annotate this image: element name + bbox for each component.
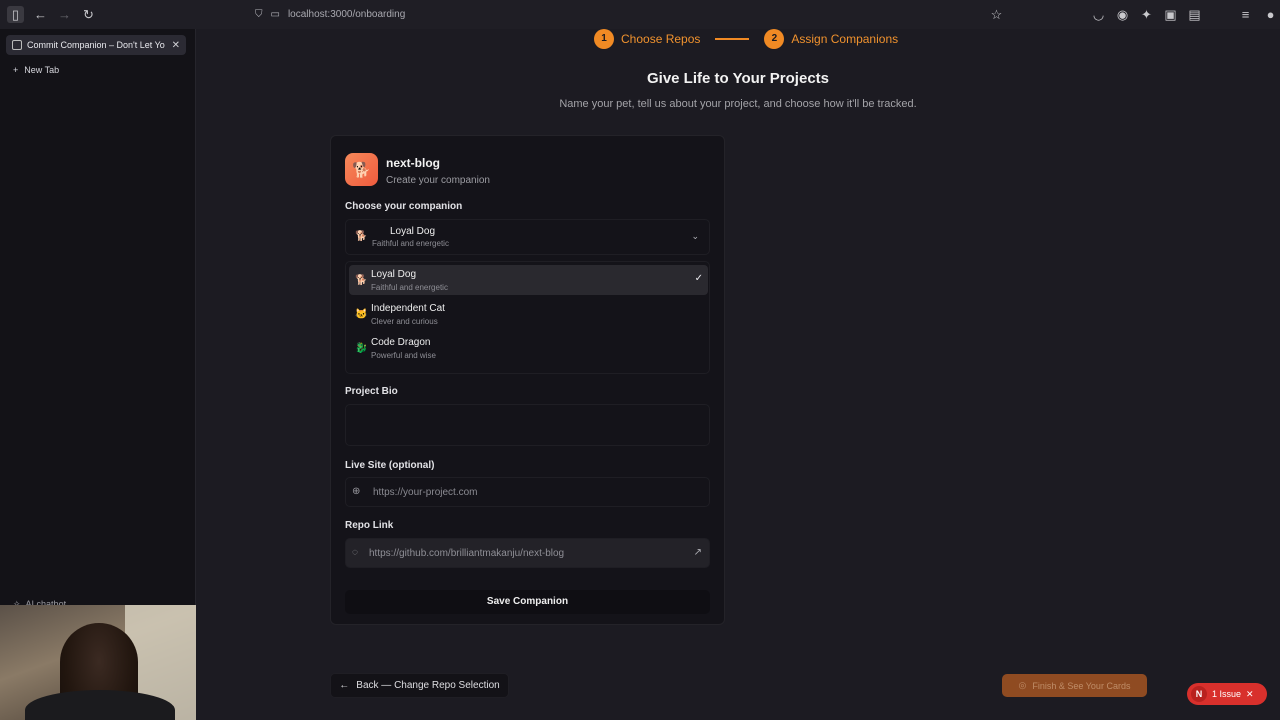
- extensions-icon[interactable]: ✦: [1138, 6, 1155, 23]
- save-companion-button[interactable]: Save Companion: [345, 590, 710, 614]
- arrow-left-icon: ←: [339, 680, 350, 691]
- step-1-badge: 1: [594, 29, 614, 49]
- project-bio-label: Project Bio: [345, 386, 398, 397]
- sidebar-toggle-icon[interactable]: ▯: [7, 6, 24, 23]
- webcam-overlay: [0, 605, 203, 720]
- repo-link-field[interactable]: ◌ https://github.com/brilliantmakanju/ne…: [345, 538, 710, 568]
- repo-link-label: Repo Link: [345, 520, 394, 531]
- sidebar-panel-icon[interactable]: ▤: [1186, 6, 1203, 23]
- pocket-icon[interactable]: ◡: [1090, 6, 1107, 23]
- back-button-label: Back — Change Repo Selection: [356, 680, 500, 691]
- step-2-label: Assign Companions: [791, 32, 899, 46]
- external-link-icon[interactable]: ↗: [694, 547, 702, 558]
- github-icon: ◌: [352, 547, 358, 558]
- tab-title: Commit Companion – Don't Let Yo: [27, 40, 165, 50]
- browser-toolbar: ▯ ← → ↻ ⛉ ▭ localhost:3000/onboarding ☆ …: [0, 0, 1280, 29]
- selected-companion-name: Loyal Dog: [390, 226, 436, 237]
- issues-badge[interactable]: N 1 Issue ✕: [1187, 683, 1267, 705]
- page-subtitle: Name your pet, tell us about your projec…: [559, 98, 917, 110]
- option-loyal-dog[interactable]: 🐕 Loyal Dog Faithful and energetic ✓: [349, 265, 708, 295]
- favicon-icon: [12, 40, 22, 50]
- page-icon: ▭: [270, 9, 280, 20]
- page-title: Give Life to Your Projects: [647, 70, 829, 87]
- container-icon[interactable]: ▣: [1162, 6, 1179, 23]
- step-1-label: Choose Repos: [621, 32, 701, 46]
- back-arrow-icon[interactable]: ←: [32, 6, 49, 23]
- option-desc: Powerful and wise: [371, 351, 436, 360]
- chevron-down-icon: ⌄: [691, 231, 699, 241]
- option-name: Loyal Dog: [371, 269, 417, 280]
- close-icon[interactable]: ✕: [172, 40, 180, 51]
- nextjs-logo-icon: N: [1191, 686, 1207, 702]
- option-code-dragon[interactable]: 🐉 Code Dragon Powerful and wise: [349, 333, 708, 363]
- live-site-label: Live Site (optional): [345, 460, 435, 471]
- option-independent-cat[interactable]: 🐱 Independent Cat Clever and curious: [349, 299, 708, 329]
- companion-select[interactable]: 🐕 Loyal Dog Faithful and energetic ⌄: [345, 219, 710, 339]
- forward-arrow-icon[interactable]: →: [56, 6, 73, 23]
- profile-icon[interactable]: ●: [1262, 6, 1279, 23]
- repo-link-value: https://github.com/brilliantmakanju/next…: [369, 548, 565, 559]
- url-text: localhost:3000/onboarding: [287, 9, 406, 20]
- repo-subtitle: Create your companion: [386, 175, 490, 186]
- issue-count-label: 1 Issue: [1212, 689, 1242, 699]
- globe-icon: ⊕: [352, 486, 361, 497]
- live-site-placeholder: https://your-project.com: [373, 487, 478, 498]
- plus-icon: +: [13, 65, 19, 75]
- new-tab-button[interactable]: + New Tab: [13, 65, 59, 75]
- reload-icon[interactable]: ↻: [80, 6, 97, 23]
- finish-button-label: Finish & See Your Cards: [1032, 680, 1131, 691]
- close-icon[interactable]: ✕: [1246, 689, 1254, 700]
- companion-dropdown: 🐕 Loyal Dog Faithful and energetic ✓ 🐱 I…: [345, 261, 710, 374]
- companion-card: 🐕 next-blog Create your companion Choose…: [330, 135, 725, 625]
- option-desc: Faithful and energetic: [371, 283, 448, 292]
- dragon-icon: 🐉: [355, 343, 368, 354]
- option-desc: Clever and curious: [371, 317, 438, 326]
- account-icon[interactable]: ◉: [1114, 6, 1131, 23]
- circle-check-icon: ◎: [1018, 680, 1027, 690]
- step-connector: [715, 38, 750, 40]
- onboarding-main: 1 Choose Repos 2 Assign Companions Give …: [196, 29, 1280, 720]
- back-button[interactable]: ← Back — Change Repo Selection: [330, 673, 509, 698]
- dog-icon: 🐕: [355, 275, 368, 286]
- tab-commit-companion[interactable]: Commit Companion – Don't Let Yo ✕: [6, 35, 186, 55]
- repo-name: next-blog: [386, 156, 440, 170]
- selected-companion-desc: Faithful and energetic: [372, 239, 449, 248]
- step-2-badge: 2: [764, 29, 785, 49]
- bookmark-star-icon[interactable]: ☆: [988, 6, 1005, 23]
- project-bio-textarea[interactable]: [345, 404, 710, 446]
- menu-icon[interactable]: ≡: [1237, 6, 1254, 23]
- dog-icon: 🐕: [355, 231, 368, 242]
- companion-label: Choose your companion: [345, 201, 463, 212]
- progress-stepper: 1 Choose Repos 2 Assign Companions: [594, 29, 898, 49]
- address-bar[interactable]: ⛉ ▭ localhost:3000/onboarding: [255, 4, 1015, 25]
- repo-avatar-icon: 🐕: [345, 153, 378, 186]
- new-tab-label: New Tab: [24, 65, 60, 75]
- cat-icon: 🐱: [355, 309, 368, 320]
- shield-icon: ⛉: [255, 9, 263, 20]
- finish-button[interactable]: ◎ Finish & See Your Cards: [1002, 674, 1147, 697]
- live-site-input[interactable]: ⊕ https://your-project.com: [345, 477, 710, 507]
- option-name: Code Dragon: [371, 337, 431, 348]
- option-name: Independent Cat: [371, 303, 445, 314]
- check-icon: ✓: [694, 273, 703, 284]
